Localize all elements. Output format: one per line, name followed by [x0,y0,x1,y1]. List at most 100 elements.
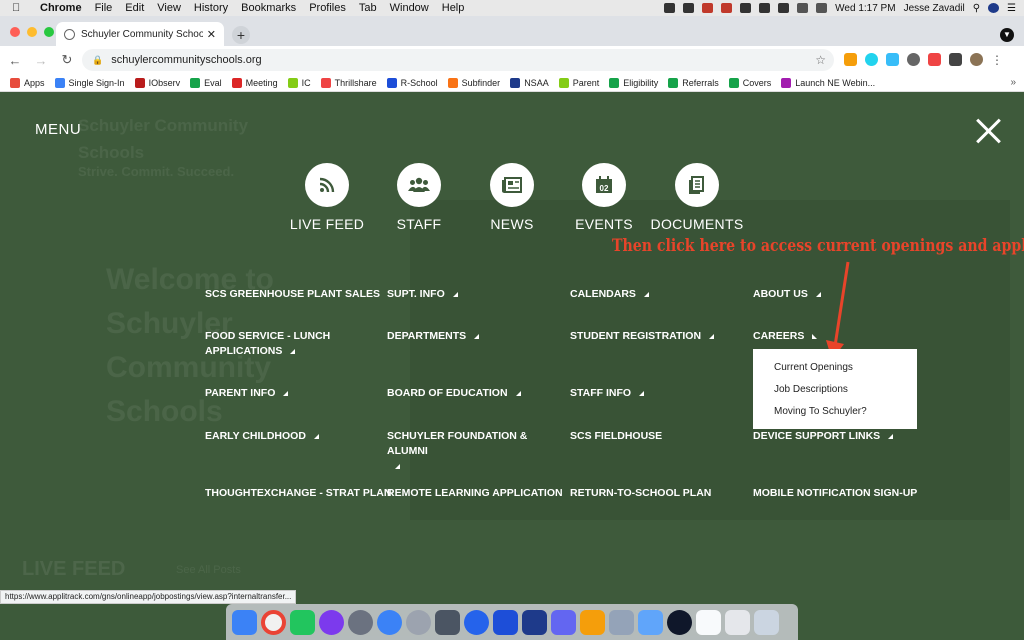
tab-search-icon[interactable]: ▼ [1000,28,1014,42]
address-bar[interactable]: 🔒 schuylercommunityschools.org ☆ [82,49,834,71]
nav-return-to-school[interactable]: RETURN-TO-SCHOOL PLAN [570,486,711,501]
bookmark-item[interactable]: Meeting [231,77,278,88]
expand-triangle-icon[interactable] [290,349,296,354]
bookmark-item[interactable]: Covers [728,77,771,88]
close-tab-icon[interactable]: ✕ [207,28,216,41]
keynote-icon[interactable] [638,609,663,635]
menu-app-name[interactable]: Chrome [40,2,82,14]
extensions-puzzle-icon[interactable] [949,53,962,66]
amazon-music-icon[interactable] [522,609,547,635]
bookmark-item[interactable]: R-School [386,77,438,88]
expand-triangle-icon[interactable] [515,391,521,396]
menu-bookmarks[interactable]: Bookmarks [241,2,296,14]
app-store-icon[interactable] [377,609,402,635]
outlook-icon[interactable] [493,609,518,635]
bookmark-item[interactable]: IObserv [134,77,180,88]
menu-history[interactable]: History [194,2,228,14]
back-arrow-icon[interactable]: ← [4,53,26,68]
expand-triangle-icon[interactable] [395,464,400,469]
siri-dock-icon[interactable] [319,609,344,635]
forward-arrow-icon[interactable]: → [30,53,52,68]
bookmarks-overflow-icon[interactable]: » [1010,77,1016,88]
lock-icon[interactable]: 🔒 [92,55,103,66]
app-icon[interactable] [551,609,576,635]
preview-icon[interactable] [609,609,634,635]
bookmark-item[interactable]: Eligibility [609,77,658,88]
nav-departments[interactable]: DEPARTMENTS [387,329,480,344]
expand-triangle-icon[interactable] [452,292,458,297]
browser-tab[interactable]: Schuyler Community Schools | ✕ [56,22,224,46]
menu-window[interactable]: Window [390,2,429,14]
nav-board-of-education[interactable]: BOARD OF EDUCATION [387,386,521,401]
spotlight-icon[interactable]: ⚲ [973,3,980,14]
tray-battery-icon[interactable] [740,3,752,13]
close-menu-icon[interactable] [975,118,1001,144]
pages-icon[interactable] [580,609,605,635]
expand-triangle-icon[interactable] [283,391,289,396]
quick-link-documents[interactable]: DOCUMENTS [642,163,752,232]
nav-food-service[interactable]: FOOD SERVICE - LUNCH APPLICATIONS [205,329,365,359]
nav-mobile-notification[interactable]: MOBILE NOTIFICATION SIGN-UP [753,486,917,501]
extension-5-icon[interactable] [928,53,941,66]
zoom-icon[interactable] [464,609,489,635]
profile-avatar[interactable] [970,53,983,66]
launchpad-icon[interactable] [348,609,373,635]
expand-triangle-icon[interactable] [643,292,649,297]
tray-5-icon[interactable] [759,3,771,13]
extension-3-icon[interactable] [886,53,899,66]
siri-icon[interactable] [988,3,1000,13]
nav-scs-greenhouse[interactable]: SCS GREENHOUSE PLANT SALES [205,287,380,302]
clock[interactable]: Wed 1:17 PM [835,3,895,14]
tray-airplay-icon[interactable] [778,3,790,13]
dropdown-job-descriptions[interactable]: Job Descriptions [753,383,917,405]
expand-triangle-icon[interactable] [888,434,894,439]
nav-student-registration[interactable]: STUDENT REGISTRATION [570,329,715,344]
control-center-icon[interactable]: ☰ [1007,3,1016,14]
extension-4-icon[interactable] [907,53,920,66]
chrome-icon[interactable] [261,609,286,635]
extension-1-icon[interactable] [844,53,857,66]
bookmark-item[interactable]: Eval [190,77,222,88]
menu-edit[interactable]: Edit [125,2,144,14]
menu-file[interactable]: File [95,2,113,14]
bookmark-item[interactable]: Referrals [668,77,719,88]
nav-calendars[interactable]: CALENDARS [570,287,649,302]
nav-parent-info[interactable]: PARENT INFO [205,386,289,401]
nav-early-childhood[interactable]: EARLY CHILDHOOD [205,429,319,444]
document-dock-icon[interactable] [696,609,721,635]
numbers-icon[interactable] [290,609,315,635]
dropdown-current-openings[interactable]: Current Openings [753,361,917,383]
expand-triangle-icon[interactable] [709,334,715,339]
apple-menu-icon[interactable]:  [12,2,26,14]
expand-triangle-icon[interactable] [639,391,645,396]
quicktime-icon[interactable] [667,609,692,635]
terminal-icon[interactable] [435,609,460,635]
close-window-icon[interactable] [10,27,20,37]
menu-help[interactable]: Help [442,2,465,14]
nav-device-support[interactable]: DEVICE SUPPORT LINKS [753,429,894,444]
volume-icon[interactable] [816,3,828,13]
bookmark-item[interactable]: IC [287,77,311,88]
tray-x-icon[interactable] [721,3,733,13]
tray-heart-icon[interactable] [702,3,714,13]
tray-camera-icon[interactable] [683,3,695,13]
menu-tab[interactable]: Tab [359,2,377,14]
bookmark-item[interactable]: Subfinder [447,77,500,88]
nav-about-us[interactable]: ABOUT US [753,287,821,302]
finder-icon[interactable] [232,609,257,635]
collapse-triangle-icon[interactable] [812,334,818,339]
expand-triangle-icon[interactable] [313,434,319,439]
nav-schuyler-foundation[interactable]: SCHUYLER FOUNDATION & ALUMNI [387,429,562,474]
nav-staff-info[interactable]: STAFF INFO [570,386,645,401]
new-tab-button[interactable]: + [232,26,250,44]
extension-2-icon[interactable] [865,53,878,66]
minimize-window-icon[interactable] [27,27,37,37]
bookmark-item[interactable]: Parent [558,77,599,88]
dropdown-moving-to-schuyler[interactable]: Moving To Schuyler? [753,405,917,427]
bookmark-item[interactable]: Single Sign-In [54,77,125,88]
reload-icon[interactable]: ↻ [56,52,78,68]
bookmark-item[interactable]: Launch NE Webin... [781,77,875,88]
nav-careers[interactable]: CAREERS [753,329,818,344]
bookmark-item[interactable]: NSAA [510,77,549,88]
menu-view[interactable]: View [157,2,181,14]
